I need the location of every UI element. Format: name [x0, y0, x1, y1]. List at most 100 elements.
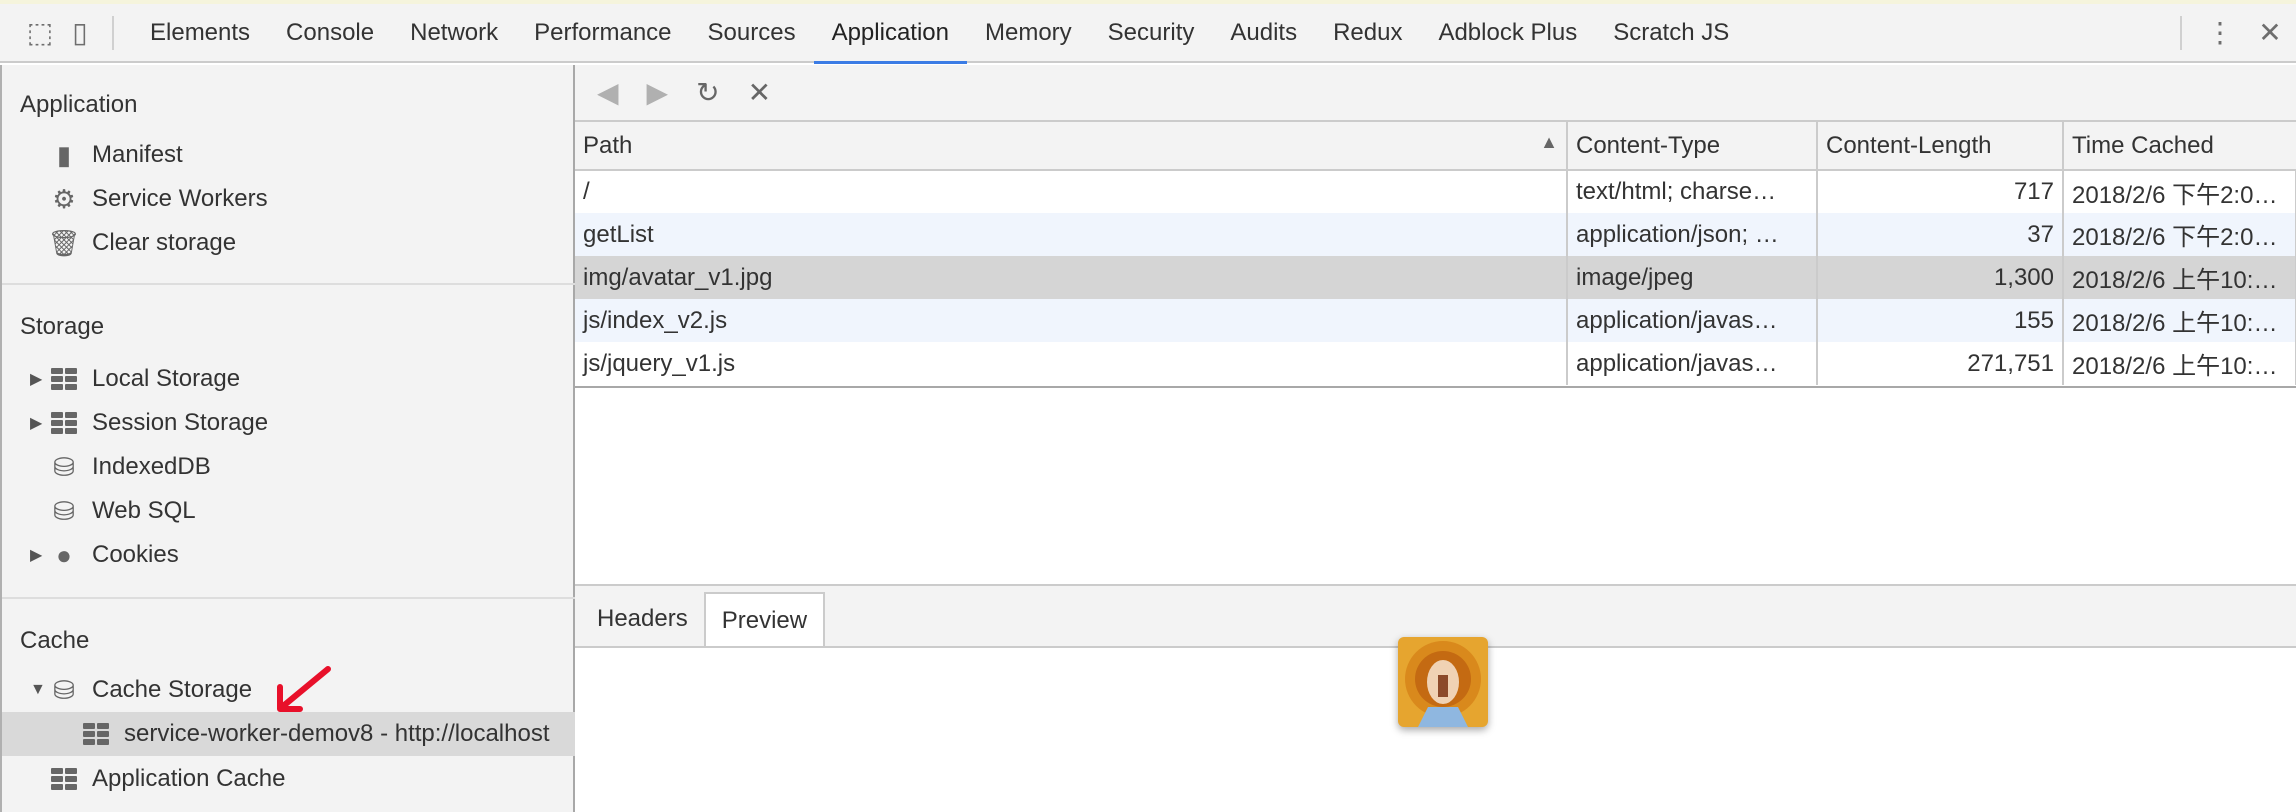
- sidebar-item-application-cache[interactable]: Application Cache: [2, 757, 575, 801]
- sidebar-item-service-worker-demov8[interactable]: service-worker-demov8 - http://localhost: [2, 712, 575, 756]
- grid-icon: [50, 365, 78, 393]
- cell-content-length: 37: [1817, 213, 2064, 256]
- tab-scratch-js[interactable]: Scratch JS: [1595, 3, 1747, 62]
- expand-arrow-icon[interactable]: ▶: [30, 545, 50, 565]
- column-header-time-cached[interactable]: Time Cached: [2063, 122, 2296, 171]
- cell-path: js/index_v2.js: [575, 299, 1568, 342]
- tab-network[interactable]: Network: [392, 3, 516, 62]
- sidebar-item-session-storage[interactable]: ▶ Session Storage: [2, 401, 575, 445]
- column-header-content-length[interactable]: Content-Length: [1817, 122, 2064, 171]
- table-row-selected[interactable]: img/avatar_v1.jpg image/jpeg 1,300 2018/2/6…: [575, 256, 2296, 299]
- back-icon[interactable]: ◀: [597, 76, 619, 109]
- label: Application Cache: [92, 765, 286, 792]
- cell-content-type: application/javas…: [1567, 342, 1818, 385]
- tab-security[interactable]: Security: [1090, 3, 1213, 62]
- cookie-icon: ●: [56, 539, 72, 570]
- refresh-icon[interactable]: ↻: [696, 76, 719, 109]
- avatar-image-preview: [1398, 637, 1488, 727]
- label: Manifest: [92, 141, 183, 168]
- sidebar-item-cookies[interactable]: ▶ ● Cookies: [2, 533, 575, 577]
- cell-path: js/jquery_v1.js: [575, 342, 1568, 385]
- label: Cookies: [92, 541, 179, 568]
- cell-time-cached: 2018/2/6 上午10:…: [2063, 342, 2296, 385]
- tab-redux[interactable]: Redux: [1315, 3, 1420, 62]
- column-header-content-type[interactable]: Content-Type: [1567, 122, 1818, 171]
- cell-content-type: image/jpeg: [1567, 256, 1818, 299]
- label: service-worker-demov8 - http://localhost: [124, 720, 550, 747]
- cell-content-length: 1,300: [1817, 256, 2064, 299]
- sidebar-item-web-sql[interactable]: ⛁ Web SQL: [2, 489, 575, 533]
- expand-arrow-icon[interactable]: ▶: [30, 413, 50, 433]
- cell-time-cached: 2018/2/6 下午2:0…: [2063, 213, 2296, 256]
- tab-application[interactable]: Application: [813, 3, 968, 64]
- cell-time-cached: 2018/2/6 上午10:…: [2063, 299, 2296, 342]
- tab-memory[interactable]: Memory: [967, 3, 1090, 62]
- sidebar-item-local-storage[interactable]: ▶ Local Storage: [2, 357, 575, 401]
- red-arrow-annotation-icon: [277, 666, 332, 712]
- database-icon: ⛁: [53, 674, 75, 705]
- sidebar-item-indexeddb[interactable]: ⛁ IndexedDB: [2, 445, 575, 489]
- cell-path: getList: [575, 213, 1568, 256]
- tab-performance[interactable]: Performance: [516, 3, 689, 62]
- label: Clear storage: [92, 229, 237, 256]
- divider: [112, 15, 114, 50]
- cell-time-cached: 2018/2/6 下午2:0…: [2063, 170, 2296, 213]
- device-toolbar-icon[interactable]: ▯: [60, 13, 100, 53]
- trash-icon: 🗑: [47, 227, 81, 258]
- sidebar-item-cache-storage[interactable]: ▼ ⛁ Cache Storage: [2, 666, 575, 712]
- inspect-element-icon[interactable]: ⬚: [20, 13, 60, 53]
- expand-arrow-icon[interactable]: ▶: [30, 369, 50, 389]
- delete-icon[interactable]: ✕: [748, 76, 771, 109]
- cache-toolbar: ◀ ▶ ↻ ✕: [575, 65, 2296, 122]
- devtools-tabbar: ⬚ ▯ Elements Console Network Performance…: [0, 3, 2296, 64]
- sidebar-item-clear-storage[interactable]: 🗑 Clear storage: [2, 221, 575, 265]
- column-header-path[interactable]: Path ▲: [575, 122, 1568, 171]
- tab-console[interactable]: Console: [268, 3, 392, 62]
- tab-sources[interactable]: Sources: [690, 3, 814, 62]
- section-cache: Cache: [20, 627, 90, 654]
- cell-content-length: 717: [1817, 170, 2064, 213]
- label: Cache Storage: [92, 676, 253, 703]
- label: Local Storage: [92, 365, 241, 392]
- tab-audits[interactable]: Audits: [1212, 3, 1315, 62]
- cell-content-type: text/html; charse…: [1567, 170, 1818, 213]
- tab-headers[interactable]: Headers: [581, 592, 704, 646]
- cell-content-type: application/javas…: [1567, 299, 1818, 342]
- cell-path: img/avatar_v1.jpg: [575, 256, 1568, 299]
- tab-adblock-plus[interactable]: Adblock Plus: [1420, 3, 1595, 62]
- grid-icon: [82, 720, 110, 748]
- cell-content-length: 155: [1817, 299, 2064, 342]
- label: Session Storage: [92, 409, 269, 436]
- divider: [2180, 15, 2182, 50]
- sort-ascending-icon: ▲: [1540, 131, 1558, 152]
- forward-icon[interactable]: ▶: [647, 76, 669, 109]
- database-icon: ⛁: [53, 451, 75, 482]
- divider: [2, 597, 575, 599]
- cell-time-cached: 2018/2/6 上午10:…: [2063, 256, 2296, 299]
- sidebar-item-service-workers[interactable]: ⚙ Service Workers: [2, 177, 575, 221]
- grid-icon: [50, 409, 78, 437]
- label: Service Workers: [92, 185, 268, 212]
- section-storage: Storage: [20, 313, 105, 340]
- sidebar: Application ▮ Manifest ⚙ Service Workers 🗑…: [0, 65, 575, 812]
- table-row[interactable]: / text/html; charse… 717 2018/2/6 下午2:0…: [575, 170, 2296, 213]
- sidebar-item-manifest[interactable]: ▮ Manifest: [2, 133, 575, 177]
- tab-elements[interactable]: Elements: [132, 3, 268, 62]
- section-application: Application: [20, 91, 138, 118]
- collapse-arrow-icon[interactable]: ▼: [30, 681, 50, 699]
- more-options-icon[interactable]: ⋮: [2200, 13, 2240, 53]
- table-row[interactable]: js/index_v2.js application/javas… 155 2018/…: [575, 299, 2296, 342]
- table-row[interactable]: getList application/json; … 37 2018/2/6 下午2…: [575, 213, 2296, 256]
- cell-content-length: 271,751: [1817, 342, 2064, 385]
- close-icon[interactable]: ✕: [2250, 13, 2290, 53]
- database-icon: ⛁: [53, 495, 75, 526]
- grid-icon: [50, 765, 78, 793]
- cell-content-type: application/json; …: [1567, 213, 1818, 256]
- table-empty-area: [575, 388, 2296, 586]
- cell-path: /: [575, 170, 1568, 213]
- file-icon: ▮: [56, 139, 72, 170]
- label: Web SQL: [92, 497, 196, 524]
- tab-preview[interactable]: Preview: [703, 592, 826, 646]
- label: IndexedDB: [92, 453, 211, 480]
- table-row[interactable]: js/jquery_v1.js application/javas… 271,751…: [575, 342, 2296, 385]
